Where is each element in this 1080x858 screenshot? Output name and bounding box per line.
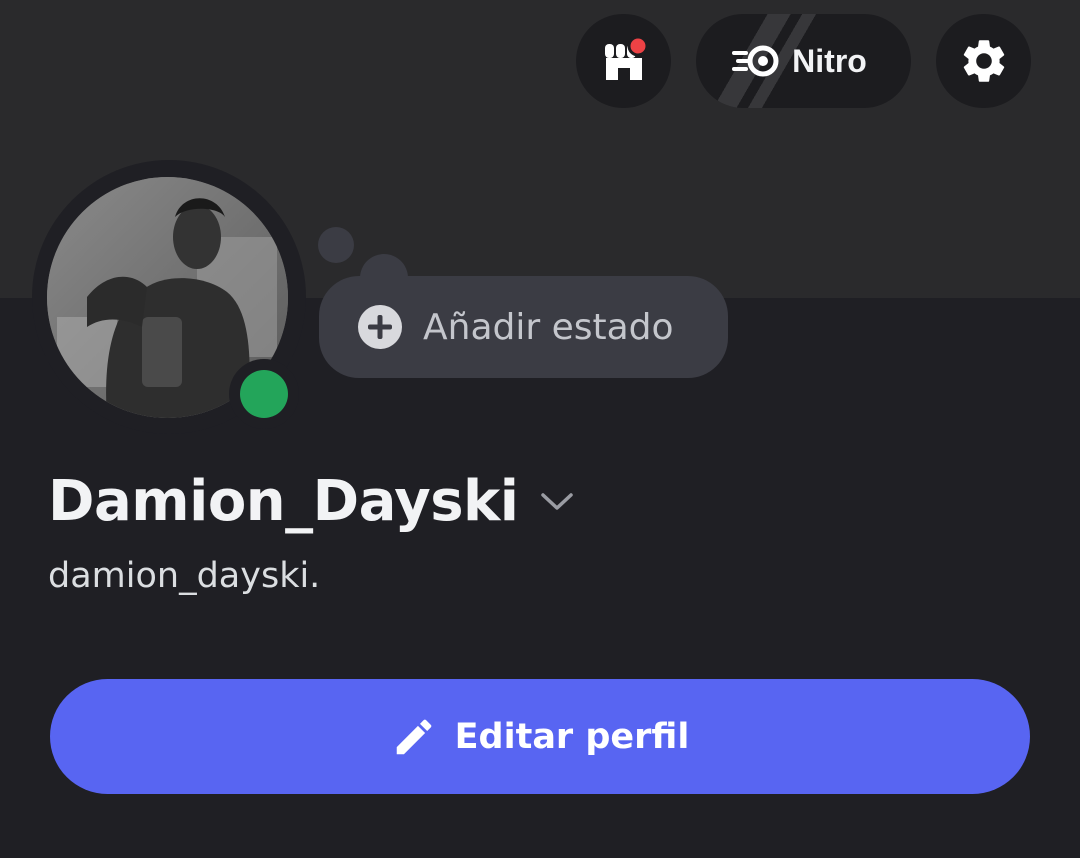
gear-icon [963,40,1004,82]
pencil-icon [396,719,431,754]
online-status-indicator [240,370,288,418]
display-name-row[interactable]: Damion_Dayski [48,466,574,538]
chevron-down-icon[interactable] [540,491,574,513]
add-status-button[interactable]: Añadir estado [319,276,728,378]
nitro-icon [732,45,779,77]
shop-button[interactable] [576,14,671,108]
nitro-label: Nitro [792,42,867,79]
add-status-label: Añadir estado [423,306,674,348]
edit-profile-label: Editar perfil [454,716,690,757]
settings-button[interactable] [936,14,1031,108]
status-bubble-dot-small [318,227,354,263]
display-name: Damion_Dayski [48,469,519,534]
username: damion_dayski. [48,556,321,596]
nitro-button-content: Nitro [732,43,867,80]
plus-circle-icon [358,305,402,349]
nitro-button[interactable]: Nitro [696,14,911,108]
profile-screen: Nitro Añadir estado Damion_Dayski damion… [0,0,1080,858]
notification-dot [627,36,648,57]
edit-profile-button[interactable]: Editar perfil [50,679,1030,794]
shop-icon [604,36,648,80]
